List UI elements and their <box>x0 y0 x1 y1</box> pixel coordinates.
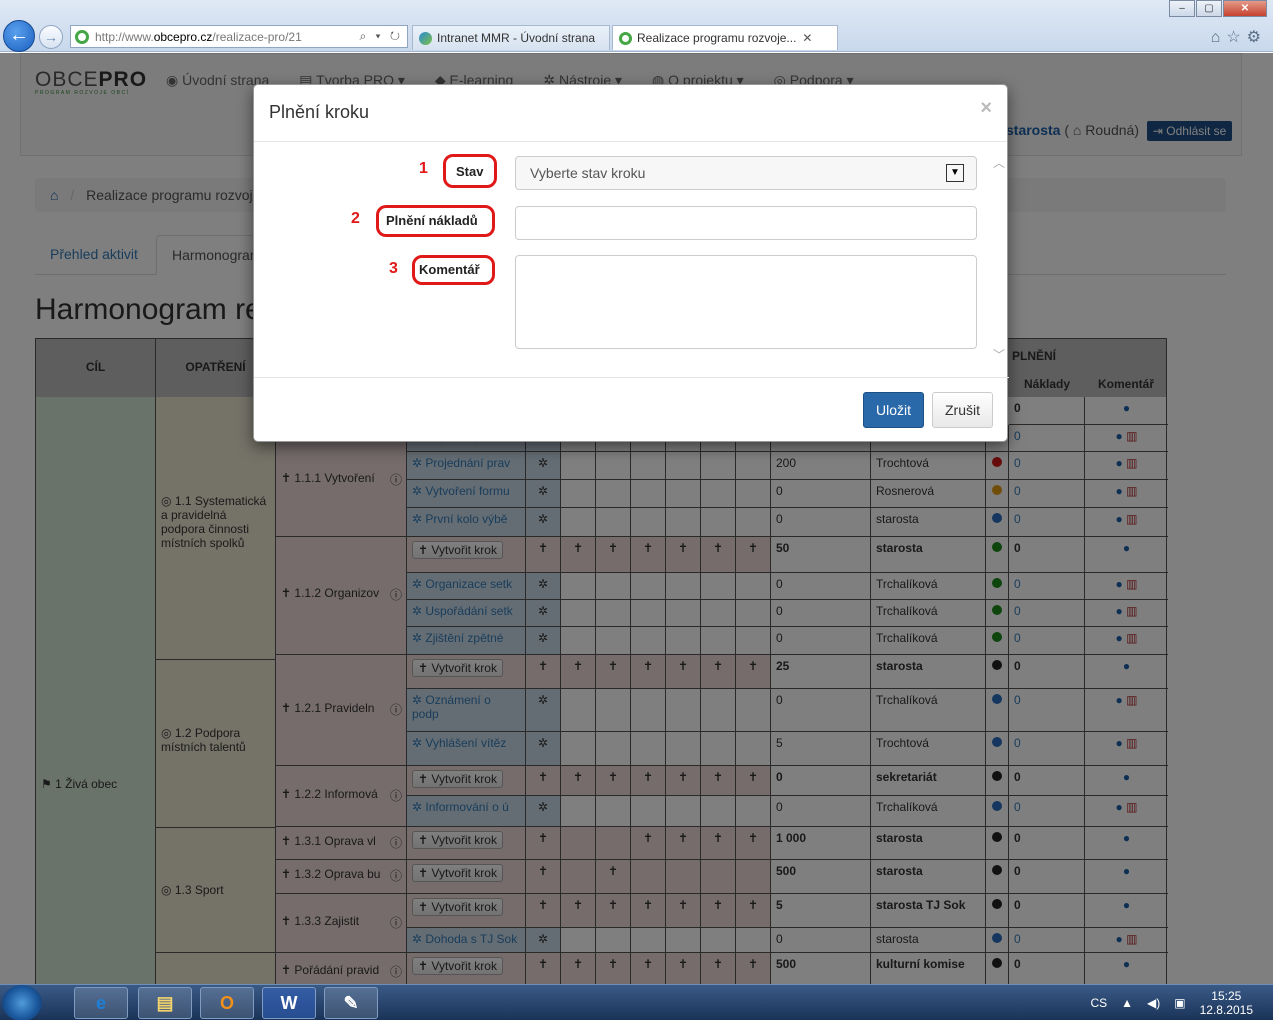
address-url[interactable]: http://www.obcepro.cz/realizace-pro/21 <box>95 30 359 44</box>
start-button[interactable] <box>2 985 42 1020</box>
windows-taskbar: e ▤ O W ✎ CS ▲ ◀) ▣ 15:25 12.8.2015 <box>0 984 1273 1020</box>
taskbar-paint[interactable]: ✎ <box>324 987 378 1019</box>
plneni-kroku-dialog: Plnění kroku × 1 Stav Vyberte stav kroku… <box>253 84 1009 442</box>
url-domain: obcepro.cz <box>153 29 213 44</box>
url-path: /realizace-pro/21 <box>212 29 302 44</box>
stav-label: Stav <box>456 164 484 179</box>
dialog-body: 1 Stav Vyberte stav kroku ▼ 2 Plnění nák… <box>254 142 1009 378</box>
browser-tab-realizace[interactable]: Realizace programu rozvoje... ✕ <box>612 25 838 50</box>
arrow-left-icon: ← <box>9 24 29 46</box>
scroll-down-icon[interactable]: ﹀ <box>993 346 1005 363</box>
annotation-number: 3 <box>389 260 398 277</box>
dialog-title: Plnění kroku <box>269 102 370 122</box>
cancel-button[interactable]: Zrušit <box>932 392 993 428</box>
dialog-footer: Uložit Zrušit <box>862 392 993 428</box>
taskbar-ie[interactable]: e <box>74 987 128 1019</box>
mmr-favicon <box>419 31 432 45</box>
komentar-label: Komentář <box>419 262 480 277</box>
tray-expand-icon[interactable]: ▲ <box>1121 996 1133 1010</box>
language-indicator[interactable]: CS <box>1090 996 1107 1010</box>
clock-date: 12.8.2015 <box>1199 1003 1253 1017</box>
taskbar-outlook[interactable]: O <box>200 987 254 1019</box>
browser-toolbar-icons: ⌂☆⚙ <box>1211 27 1267 47</box>
plneni-nakladu-label: Plnění nákladů <box>386 213 478 228</box>
url-prefix: http://www. <box>95 29 154 44</box>
network-icon[interactable]: ▣ <box>1174 996 1185 1010</box>
tab-close-icon[interactable]: ✕ <box>802 31 812 45</box>
annotation-number: 2 <box>351 210 360 227</box>
stav-select[interactable]: Vyberte stav kroku ▼ <box>515 156 977 190</box>
maximize-button[interactable]: ▢ <box>1196 0 1222 17</box>
save-button[interactable]: Uložit <box>862 392 924 428</box>
arrow-right-icon: → <box>44 29 58 45</box>
taskbar-word[interactable]: W <box>262 987 316 1019</box>
close-window-button[interactable]: ✕ <box>1223 0 1267 17</box>
back-button[interactable]: ← <box>3 20 35 52</box>
taskbar-explorer[interactable]: ▤ <box>138 987 192 1019</box>
tab-label: Intranet MMR - Úvodní strana <box>437 31 596 45</box>
tab-label: Realizace programu rozvoje... <box>637 31 797 45</box>
system-tray: CS ▲ ◀) ▣ 15:25 12.8.2015 <box>1090 985 1273 1020</box>
favorites-star-icon[interactable]: ☆ <box>1226 29 1246 46</box>
stav-select-value: Vyberte stav kroku <box>530 165 646 181</box>
annotation-number: 1 <box>419 160 428 177</box>
address-bar[interactable]: http://www.obcepro.cz/realizace-pro/21 ⌕… <box>70 25 408 48</box>
browser-chrome: ‒ ▢ ✕ ← → http://www.obcepro.cz/realizac… <box>0 0 1273 52</box>
scroll-up-icon[interactable]: ︿ <box>993 154 1005 171</box>
site-favicon <box>75 29 89 44</box>
chevron-down-icon: ▼ <box>946 164 964 182</box>
forward-button[interactable]: → <box>39 25 63 49</box>
window-controls: ‒ ▢ ✕ <box>1168 0 1267 17</box>
clock[interactable]: 15:25 12.8.2015 <box>1200 989 1253 1017</box>
address-tools[interactable]: ⌕ ▾ ↻ <box>359 29 403 44</box>
settings-gear-icon[interactable]: ⚙ <box>1247 29 1267 46</box>
dialog-header: Plnění kroku × <box>254 85 1007 142</box>
browser-tab-intranet[interactable]: Intranet MMR - Úvodní strana <box>412 25 610 50</box>
volume-icon[interactable]: ◀) <box>1147 996 1160 1010</box>
minimize-button[interactable]: ‒ <box>1169 0 1195 17</box>
clock-time: 15:25 <box>1211 989 1242 1003</box>
home-icon[interactable]: ⌂ <box>1211 29 1227 46</box>
close-icon[interactable]: × <box>980 97 992 120</box>
komentar-textarea[interactable] <box>515 255 977 349</box>
plneni-nakladu-input[interactable] <box>515 206 977 240</box>
obcepro-favicon <box>619 31 632 45</box>
